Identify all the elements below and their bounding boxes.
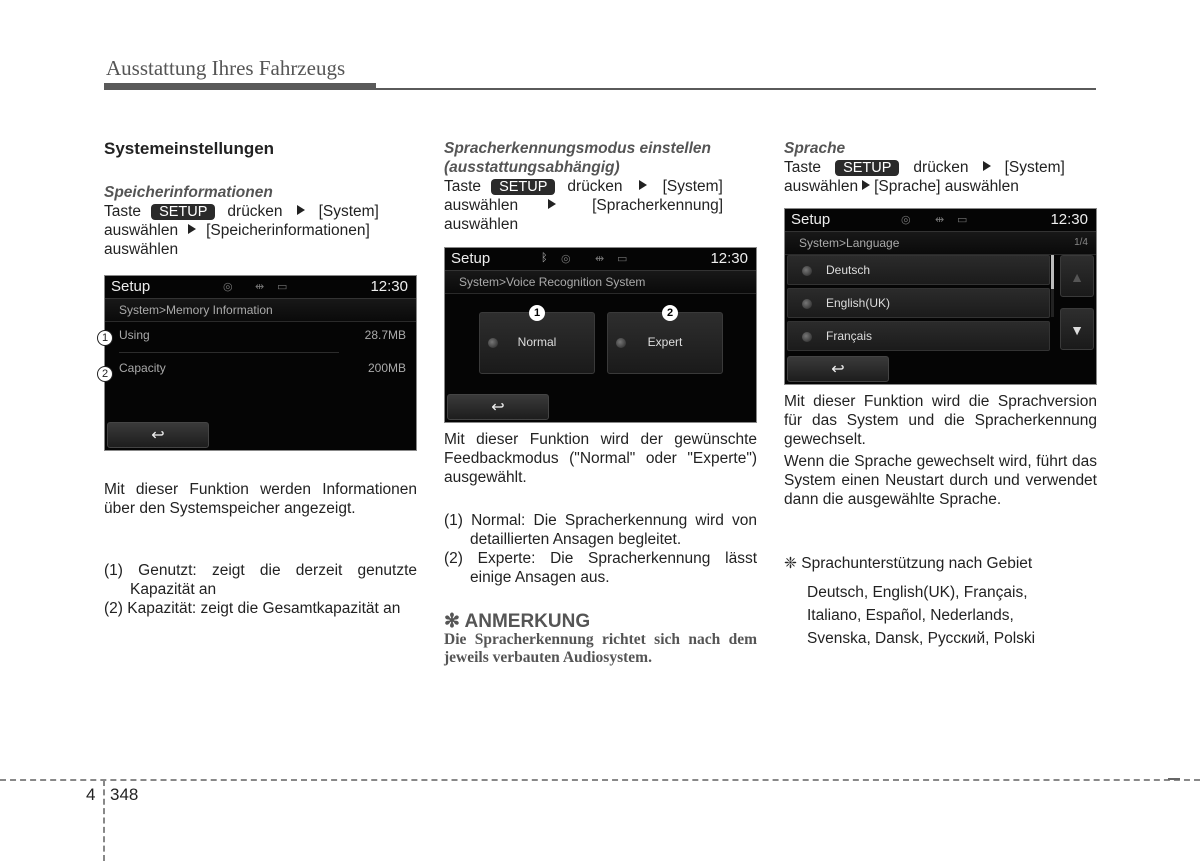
header-rule <box>376 88 1096 90</box>
screen-status-bar: Setup ᛒ ◎ ⇹ ▭ 12:30 <box>445 248 756 271</box>
instructions: Taste SETUP drücken [System] auswählen [Spra… <box>444 178 724 233</box>
battery-icon: ▭ <box>957 214 968 226</box>
marker-1: 1 <box>97 330 113 346</box>
list-item: Italiano, Español, Nederlands, <box>807 607 1014 624</box>
page-number: 348 <box>110 785 139 804</box>
voice-description: Mit dieser Funktion wird der gewünschte … <box>444 431 757 486</box>
screen-status-bar: Setup ◎ ⇹ ▭ 12:30 <box>785 209 1096 232</box>
note-body: Die Spracherkennung richtet sich nach de… <box>444 631 757 666</box>
usb-icon: ⇹ <box>935 214 945 226</box>
note-heading: ✻ ANMERKUNG <box>444 611 591 632</box>
subheading-memory-info: Speicherinformationen <box>104 184 273 201</box>
footer-rule-mark <box>1168 778 1180 780</box>
memory-info-screen: Setup ◎ ⇹ ▭ 12:30 System>Memory Informat… <box>104 275 417 451</box>
battery-icon: ▭ <box>277 281 288 293</box>
back-arrow-icon: ↩ <box>491 399 505 416</box>
back-button[interactable]: ↩ <box>107 422 209 448</box>
marker-2: 2 <box>97 366 113 382</box>
language-description-1: Mit dieser Funktion wird die Sprachversi… <box>784 393 1097 448</box>
breadcrumb: System>Language 1/4 <box>785 232 1096 255</box>
arrow-right-icon <box>188 224 197 234</box>
bluetooth-icon: ᛒ <box>541 252 548 264</box>
heading-system-settings: Systemeinstellungen <box>104 139 275 158</box>
column-language: Sprache Taste SETUP drücken [System] auswäh… <box>784 139 1097 196</box>
subheading-language: Sprache <box>784 140 846 157</box>
row-divider <box>119 352 339 353</box>
setup-key: SETUP <box>835 160 900 176</box>
back-arrow-icon: ↩ <box>831 361 845 378</box>
usb-icon: ⇹ <box>255 281 265 293</box>
list-item: (1) Genutzt: zeigt die derzeit genutzte … <box>104 562 417 598</box>
column-memory-info: Systemeinstellungen Speicherinformatione… <box>104 139 417 259</box>
arrow-right-icon <box>296 205 305 215</box>
disc-icon: ◎ <box>561 253 571 265</box>
header-bar <box>104 83 376 90</box>
scroll-down-button[interactable]: ▼ <box>1060 308 1094 350</box>
radio-indicator <box>802 266 812 276</box>
language-screen: Setup ◎ ⇹ ▭ 12:30 System>Language 1/4 De… <box>784 208 1097 385</box>
scrollbar[interactable] <box>1051 255 1054 317</box>
language-option-english-uk[interactable]: English(UK) <box>787 288 1050 318</box>
asterisk-icon: ✻ <box>444 611 460 632</box>
back-button[interactable]: ↩ <box>787 356 889 382</box>
disc-icon: ◎ <box>901 214 911 226</box>
screen-title: Setup <box>791 211 831 228</box>
list-item: (1) Normal: Die Spracherkennung wird von… <box>444 512 757 548</box>
breadcrumb: System>Voice Recognition System <box>445 271 756 294</box>
arrow-right-icon <box>548 199 557 209</box>
list-item: Svenska, Dansk, Русский, Polski <box>807 630 1036 647</box>
footer-divider <box>103 780 105 861</box>
clock: 12:30 <box>1050 211 1088 228</box>
language-option-deutsch[interactable]: Deutsch <box>787 255 1050 285</box>
memory-row-capacity: Capacity 200MB <box>119 361 406 375</box>
breadcrumb: System>Memory Information <box>105 299 416 322</box>
screen-status-bar: Setup ◎ ⇹ ▭ 12:30 <box>105 276 416 299</box>
screen-title: Setup <box>451 250 491 267</box>
battery-icon: ▭ <box>617 253 628 265</box>
chapter-number: 4 <box>86 785 96 804</box>
language-description-2: Wenn die Sprache gewechselt wird, führt … <box>784 453 1097 508</box>
radio-indicator <box>802 299 812 309</box>
language-support-list: Deutsch, English(UK), Français, Italiano… <box>807 581 1120 650</box>
arrow-right-icon <box>862 180 871 190</box>
memory-row-using: Using 28.7MB <box>119 328 406 342</box>
usb-icon: ⇹ <box>595 253 605 265</box>
screen-title: Setup <box>111 278 151 295</box>
list-item: (2) Experte: Die Spracherkennung lässt e… <box>444 550 757 586</box>
voice-list: (1) Normal: Die Spracherkennung wird von… <box>444 511 757 587</box>
mode-normal-button[interactable]: Normal <box>479 312 595 374</box>
page-indicator: 1/4 <box>1074 237 1088 248</box>
list-item: (2) Kapazität: zeigt die Gesamtkapazität… <box>104 600 401 617</box>
arrow-down-icon: ▼ <box>1070 322 1084 338</box>
back-arrow-icon: ↩ <box>151 427 165 444</box>
radio-indicator <box>802 332 812 342</box>
disc-icon: ◎ <box>223 281 233 293</box>
setup-key: SETUP <box>151 204 216 220</box>
arrow-right-icon <box>638 180 647 190</box>
back-button[interactable]: ↩ <box>447 394 549 420</box>
language-support-title: ❈ Sprachunterstützung nach Gebiet <box>784 555 1033 572</box>
footer-rule <box>0 779 1200 781</box>
marker-1: 1 <box>529 305 545 321</box>
memory-description: Mit dieser Funktion werden Informationen… <box>104 481 417 517</box>
scroll-up-button[interactable]: ▲ <box>1060 255 1094 297</box>
instructions: Taste SETUP drücken [System] auswählen [Spra… <box>784 159 1065 195</box>
scrollbar-thumb[interactable] <box>1051 255 1054 289</box>
marker-2: 2 <box>662 305 678 321</box>
list-item: Deutsch, English(UK), Français, <box>807 584 1028 601</box>
setup-key: SETUP <box>491 179 556 195</box>
arrow-right-icon <box>982 161 991 171</box>
note-box: ✻ ANMERKUNG Die Spracherkennung richtet … <box>444 612 757 667</box>
instructions: Taste SETUP drücken [System] auswählen [Spei… <box>104 203 379 258</box>
memory-list: (1) Genutzt: zeigt die derzeit genutzte … <box>104 561 417 618</box>
subheading-voice-mode: Spracherkennungsmodus einstellen (aussta… <box>444 140 712 176</box>
voice-recognition-screen: Setup ᛒ ◎ ⇹ ▭ 12:30 System>Voice Recogni… <box>444 247 757 423</box>
clock: 12:30 <box>710 250 748 267</box>
column-voice-recognition: Spracherkennungsmodus einstellen (aussta… <box>444 139 757 234</box>
section-title: Ausstattung Ihres Fahrzeugs <box>106 56 346 80</box>
clock: 12:30 <box>370 278 408 295</box>
arrow-up-icon: ▲ <box>1070 269 1084 285</box>
mode-expert-button[interactable]: Expert <box>607 312 723 374</box>
language-option-francais[interactable]: Français <box>787 321 1050 351</box>
